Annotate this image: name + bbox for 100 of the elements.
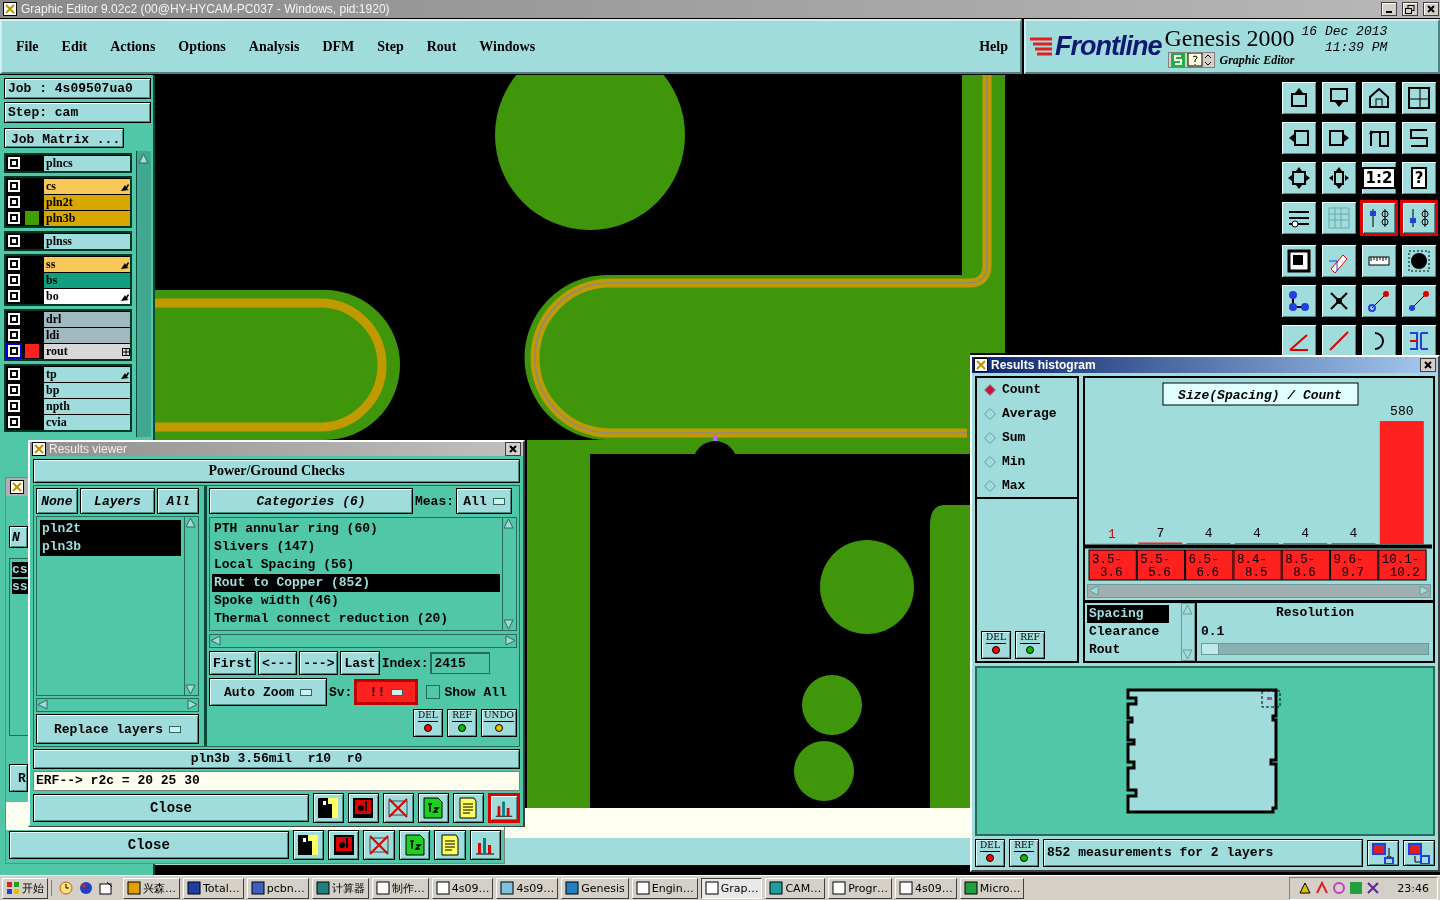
radio-button[interactable]: [984, 479, 996, 492]
scroll-down-icon[interactable]: [503, 619, 514, 630]
toolbar-button[interactable]: [1280, 80, 1318, 116]
replace-layers-dropdown[interactable]: Replace layers: [36, 714, 199, 744]
action-button[interactable]: REF: [446, 709, 477, 737]
close-button[interactable]: [1423, 2, 1439, 16]
tool-button[interactable]: [292, 830, 325, 860]
toolbar-button[interactable]: [1400, 120, 1438, 156]
layer-name[interactable]: pln3b: [44, 211, 130, 226]
layer-name[interactable]: cvia: [44, 415, 130, 430]
severity-dropdown[interactable]: !!: [354, 679, 419, 705]
meas-dropdown[interactable]: All: [456, 488, 512, 514]
nav-button[interactable]: First: [209, 651, 256, 675]
taskbar-button[interactable]: 4s09…: [496, 877, 559, 899]
scroll-right-icon[interactable]: [187, 699, 198, 710]
radio-label[interactable]: Min: [1002, 454, 1026, 469]
taskbar-button[interactable]: 兴森…: [123, 877, 180, 899]
action-button[interactable]: UNDO: [480, 709, 517, 737]
category-item[interactable]: Spoke width (46): [212, 592, 500, 610]
filter-button[interactable]: None: [36, 488, 78, 514]
tool-button[interactable]: [363, 830, 395, 860]
radio-button[interactable]: [984, 431, 996, 444]
action-button[interactable]: DEL: [412, 709, 443, 737]
taskbar-button[interactable]: Progr…: [828, 877, 893, 899]
toolbar-button[interactable]: [1320, 243, 1358, 279]
zoom-dropdown[interactable]: Auto Zoom: [209, 678, 327, 706]
taskbar-button[interactable]: CAM…: [765, 877, 826, 899]
minimize-button[interactable]: [1381, 2, 1397, 16]
menu-item[interactable]: Step: [377, 38, 404, 55]
layout-button[interactable]: [1403, 840, 1435, 866]
scroll-up-icon[interactable]: [185, 517, 196, 528]
filter-button[interactable]: All: [157, 488, 199, 514]
toolbar-button[interactable]: [1360, 243, 1398, 279]
menu-item[interactable]: Windows: [479, 38, 536, 55]
menu-item[interactable]: Actions: [110, 38, 156, 55]
layer-name[interactable]: bp: [44, 383, 130, 398]
menu-item[interactable]: Analysis: [248, 38, 300, 55]
toolbar-button[interactable]: [1400, 200, 1438, 236]
tool-button[interactable]: [347, 793, 379, 823]
measure-item[interactable]: Clearance: [1087, 623, 1179, 641]
tool-button[interactable]: [434, 830, 466, 860]
action-button[interactable]: DEL: [975, 839, 1005, 867]
layer-name[interactable]: pln2t: [44, 195, 130, 210]
toolbar-button[interactable]: [1360, 80, 1398, 116]
dropdown-button[interactable]: R: [9, 764, 28, 792]
tool-button[interactable]: [452, 793, 484, 823]
tool-button[interactable]: [312, 793, 344, 823]
scrollbar[interactable]: [184, 517, 198, 695]
menu-item[interactable]: Options: [178, 38, 226, 55]
layout-button[interactable]: [1367, 840, 1399, 866]
dropdown-icon[interactable]: [1204, 53, 1214, 67]
taskbar-button[interactable]: Engin…: [631, 877, 698, 899]
tool-button[interactable]: [469, 830, 501, 860]
menu-item[interactable]: Rout: [426, 38, 457, 55]
layer-name[interactable]: npth: [44, 399, 130, 414]
nav-button[interactable]: <---: [258, 651, 298, 675]
action-button[interactable]: DEL: [981, 631, 1011, 659]
toolbar-button[interactable]: [1320, 80, 1358, 116]
layer-name[interactable]: bs: [44, 273, 130, 288]
toggle-button[interactable]: N: [9, 526, 28, 548]
radio-button[interactable]: [984, 407, 996, 420]
help-icon[interactable]: [1187, 53, 1204, 67]
category-item[interactable]: PTH annular ring (60): [212, 520, 500, 538]
layer-name[interactable]: bo: [44, 289, 130, 304]
category-item[interactable]: Local Spacing (56): [212, 556, 500, 574]
toolbar-button[interactable]: [1400, 80, 1438, 116]
toolbar-button[interactable]: [1280, 160, 1318, 196]
toolbar-button[interactable]: [1400, 243, 1438, 279]
toolbar-button[interactable]: [1320, 200, 1358, 236]
scrollbar[interactable]: [36, 698, 199, 712]
help-menu[interactable]: Help: [979, 38, 1008, 55]
layer-name[interactable]: rout: [44, 344, 130, 359]
menu-item[interactable]: Edit: [61, 38, 88, 55]
toolbar-button[interactable]: [1320, 120, 1358, 156]
measure-item[interactable]: Spacing: [1087, 605, 1169, 623]
scroll-down-icon[interactable]: [185, 684, 196, 695]
action-button[interactable]: REF: [1009, 839, 1039, 867]
scroll-left-icon[interactable]: [37, 699, 48, 710]
layer-name[interactable]: cs: [44, 179, 130, 194]
toolbar-button[interactable]: [1280, 200, 1318, 236]
layer-name[interactable]: tp: [44, 367, 130, 382]
scrollbar[interactable]: [502, 518, 516, 630]
radio-label[interactable]: Sum: [1002, 430, 1026, 445]
slider-thumb[interactable]: [1202, 644, 1219, 654]
taskbar-button[interactable]: Genesis: [561, 877, 629, 899]
close-button[interactable]: [1420, 358, 1436, 372]
restore-button[interactable]: [1402, 2, 1418, 16]
tool-button[interactable]: [398, 830, 431, 860]
taskbar-button[interactable]: Micro…: [959, 877, 1025, 899]
globe-icon[interactable]: [78, 880, 94, 896]
toolbar-button[interactable]: [1280, 120, 1318, 156]
taskbar-button[interactable]: 4s09…: [895, 877, 957, 899]
tray-icon[interactable]: [1366, 881, 1381, 895]
close-button[interactable]: [505, 442, 521, 456]
action-button[interactable]: REF: [1015, 631, 1045, 659]
close-button[interactable]: Close: [9, 831, 289, 859]
category-item[interactable]: Rout to Copper (852): [212, 574, 500, 592]
start-button[interactable]: 开始: [2, 877, 48, 899]
tray-icon[interactable]: [1298, 881, 1313, 895]
tool-button[interactable]: [382, 793, 414, 823]
